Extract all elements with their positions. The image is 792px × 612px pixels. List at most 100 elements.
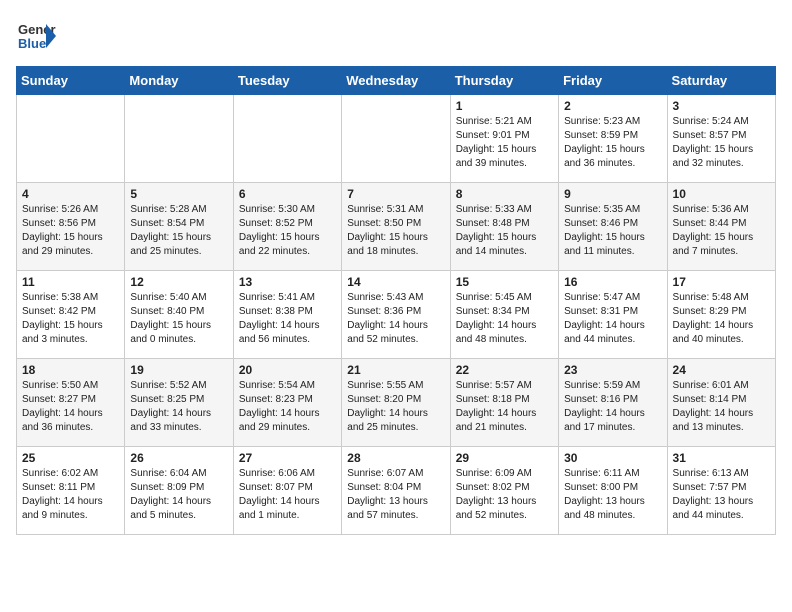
calendar-table: SundayMondayTuesdayWednesdayThursdayFrid… [16,66,776,535]
calendar-cell: 4 Sunrise: 5:26 AMSunset: 8:56 PMDaylight… [17,183,125,271]
calendar-week-row: 11 Sunrise: 5:38 AMSunset: 8:42 PMDayligh… [17,271,776,359]
calendar-cell: 2 Sunrise: 5:23 AMSunset: 8:59 PMDaylight… [559,95,667,183]
day-number: 16 [564,275,661,289]
weekday-header-cell: Friday [559,67,667,95]
day-number: 22 [456,363,553,377]
calendar-cell: 19Sunrise: 5:52 AMSunset: 8:25 PMDayligh… [125,359,233,447]
weekday-header-cell: Sunday [17,67,125,95]
cell-content: Sunrise: 5:43 AMSunset: 8:36 PMDaylight:… [347,291,444,347]
cell-content: Sunrise: 5:26 AMSunset: 8:56 PMDaylight:… [22,203,119,259]
cell-content: Sunrise: 6:13 AMSunset: 7:57 PMDaylight:… [673,467,770,523]
cell-content: Sunrise: 5:47 AMSunset: 8:31 PMDaylight:… [564,291,661,347]
svg-text:Blue: Blue [18,36,46,51]
calendar-cell: 18Sunrise: 5:50 AMSunset: 8:27 PMDayligh… [17,359,125,447]
cell-content: Sunrise: 6:02 AMSunset: 8:11 PMDaylight:… [22,467,119,523]
weekday-header-cell: Saturday [667,67,775,95]
calendar-cell: 9 Sunrise: 5:35 AMSunset: 8:46 PMDaylight… [559,183,667,271]
logo: General Blue [16,16,56,56]
calendar-cell: 22 Sunrise: 5:57 AMSunset: 8:18 PMDayligh… [450,359,558,447]
cell-content: Sunrise: 5:45 AMSunset: 8:34 PMDaylight:… [456,291,553,347]
weekday-header-row: SundayMondayTuesdayWednesdayThursdayFrid… [17,67,776,95]
calendar-cell: 21Sunrise: 5:55 AMSunset: 8:20 PMDayligh… [342,359,450,447]
day-number: 6 [239,187,336,201]
day-number: 13 [239,275,336,289]
day-number: 11 [22,275,119,289]
cell-content: Sunrise: 5:30 AMSunset: 8:52 PMDaylight:… [239,203,336,259]
cell-content: Sunrise: 6:04 AMSunset: 8:09 PMDaylight:… [130,467,227,523]
calendar-cell: 14 Sunrise: 5:43 AMSunset: 8:36 PMDayligh… [342,271,450,359]
day-number: 28 [347,451,444,465]
weekday-header-cell: Thursday [450,67,558,95]
calendar-cell: 6 Sunrise: 5:30 AMSunset: 8:52 PMDaylight… [233,183,341,271]
day-number: 14 [347,275,444,289]
cell-content: Sunrise: 5:24 AMSunset: 8:57 PMDaylight:… [673,115,770,171]
day-number: 12 [130,275,227,289]
day-number: 9 [564,187,661,201]
weekday-header-cell: Tuesday [233,67,341,95]
calendar-week-row: 25 Sunrise: 6:02 AMSunset: 8:11 PMDayligh… [17,447,776,535]
day-number: 5 [130,187,227,201]
calendar-cell: 30 Sunrise: 6:11 AMSunset: 8:00 PMDayligh… [559,447,667,535]
calendar-cell: 10 Sunrise: 5:36 AMSunset: 8:44 PMDayligh… [667,183,775,271]
cell-content: Sunrise: 5:33 AMSunset: 8:48 PMDaylight:… [456,203,553,259]
cell-content: Sunrise: 5:35 AMSunset: 8:46 PMDaylight:… [564,203,661,259]
calendar-cell: 15 Sunrise: 5:45 AMSunset: 8:34 PMDayligh… [450,271,558,359]
day-number: 10 [673,187,770,201]
day-number: 2 [564,99,661,113]
day-number: 4 [22,187,119,201]
day-number: 17 [673,275,770,289]
calendar-cell: 16 Sunrise: 5:47 AMSunset: 8:31 PMDayligh… [559,271,667,359]
calendar-cell: 17 Sunrise: 5:48 AMSunset: 8:29 PMDayligh… [667,271,775,359]
calendar-cell [342,95,450,183]
day-number: 15 [456,275,553,289]
calendar-cell: 20Sunrise: 5:54 AMSunset: 8:23 PMDayligh… [233,359,341,447]
day-number: 27 [239,451,336,465]
cell-content: Sunrise: 5:36 AMSunset: 8:44 PMDaylight:… [673,203,770,259]
calendar-cell: 26Sunrise: 6:04 AMSunset: 8:09 PMDayligh… [125,447,233,535]
weekday-header-cell: Wednesday [342,67,450,95]
cell-content: Sunrise: 6:09 AMSunset: 8:02 PMDaylight:… [456,467,553,523]
cell-content: Sunrise: 5:57 AMSunset: 8:18 PMDaylight:… [456,379,553,435]
day-number: 21 [347,363,444,377]
day-number: 7 [347,187,444,201]
cell-content: Sunrise: 5:21 AMSunset: 9:01 PMDaylight:… [456,115,553,171]
cell-content: Sunrise: 5:41 AMSunset: 8:38 PMDaylight:… [239,291,336,347]
day-number: 18 [22,363,119,377]
cell-content: Sunrise: 6:07 AMSunset: 8:04 PMDaylight:… [347,467,444,523]
calendar-cell: 29 Sunrise: 6:09 AMSunset: 8:02 PMDayligh… [450,447,558,535]
day-number: 31 [673,451,770,465]
day-number: 30 [564,451,661,465]
cell-content: Sunrise: 5:48 AMSunset: 8:29 PMDaylight:… [673,291,770,347]
calendar-cell: 12 Sunrise: 5:40 AMSunset: 8:40 PMDayligh… [125,271,233,359]
calendar-cell: 13 Sunrise: 5:41 AMSunset: 8:38 PMDayligh… [233,271,341,359]
calendar-cell: 7 Sunrise: 5:31 AMSunset: 8:50 PMDaylight… [342,183,450,271]
calendar-week-row: 18Sunrise: 5:50 AMSunset: 8:27 PMDayligh… [17,359,776,447]
day-number: 29 [456,451,553,465]
calendar-cell: 8 Sunrise: 5:33 AMSunset: 8:48 PMDaylight… [450,183,558,271]
calendar-cell: 5Sunrise: 5:28 AMSunset: 8:54 PMDaylight… [125,183,233,271]
calendar-cell [233,95,341,183]
calendar-cell: 27Sunrise: 6:06 AMSunset: 8:07 PMDayligh… [233,447,341,535]
calendar-body: 1 Sunrise: 5:21 AMSunset: 9:01 PMDaylight… [17,95,776,535]
day-number: 8 [456,187,553,201]
calendar-cell: 3Sunrise: 5:24 AMSunset: 8:57 PMDaylight… [667,95,775,183]
cell-content: Sunrise: 5:38 AMSunset: 8:42 PMDaylight:… [22,291,119,347]
calendar-cell: 28 Sunrise: 6:07 AMSunset: 8:04 PMDayligh… [342,447,450,535]
day-number: 1 [456,99,553,113]
calendar-cell: 11 Sunrise: 5:38 AMSunset: 8:42 PMDayligh… [17,271,125,359]
cell-content: Sunrise: 5:59 AMSunset: 8:16 PMDaylight:… [564,379,661,435]
calendar-cell [17,95,125,183]
day-number: 20 [239,363,336,377]
cell-content: Sunrise: 5:52 AMSunset: 8:25 PMDaylight:… [130,379,227,435]
calendar-week-row: 4 Sunrise: 5:26 AMSunset: 8:56 PMDaylight… [17,183,776,271]
cell-content: Sunrise: 5:23 AMSunset: 8:59 PMDaylight:… [564,115,661,171]
cell-content: Sunrise: 6:11 AMSunset: 8:00 PMDaylight:… [564,467,661,523]
logo-icon: General Blue [16,16,56,56]
calendar-cell: 1 Sunrise: 5:21 AMSunset: 9:01 PMDaylight… [450,95,558,183]
calendar-cell: 31 Sunrise: 6:13 AMSunset: 7:57 PMDayligh… [667,447,775,535]
cell-content: Sunrise: 5:40 AMSunset: 8:40 PMDaylight:… [130,291,227,347]
cell-content: Sunrise: 5:31 AMSunset: 8:50 PMDaylight:… [347,203,444,259]
day-number: 25 [22,451,119,465]
calendar-week-row: 1 Sunrise: 5:21 AMSunset: 9:01 PMDaylight… [17,95,776,183]
page-header: General Blue [16,16,776,56]
